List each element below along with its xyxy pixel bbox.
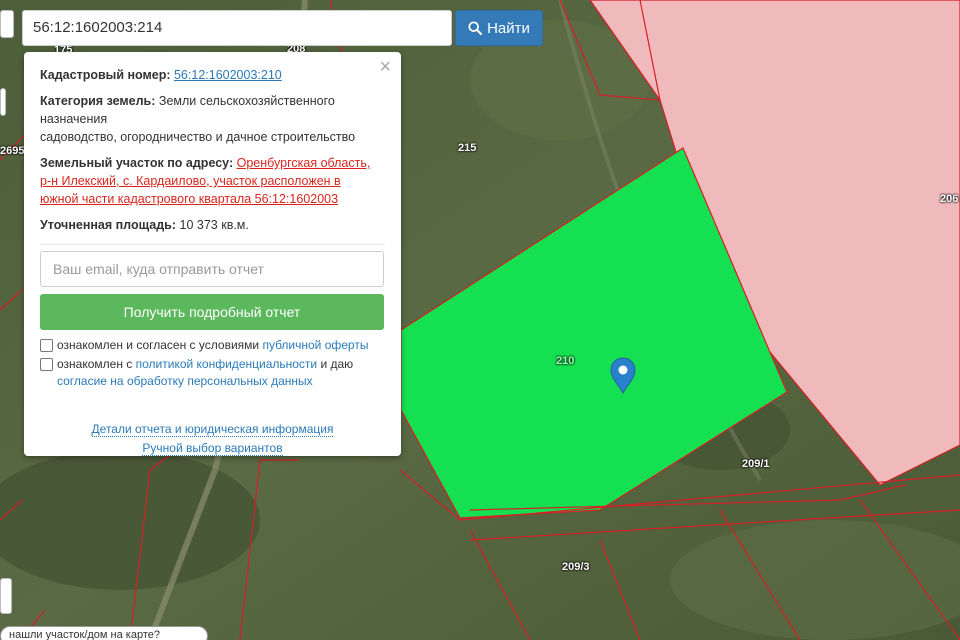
close-icon[interactable]: × <box>379 57 391 77</box>
land-category-value-1: Земли сельскохозяйственного <box>158 94 335 108</box>
privacy-consent-text-b: и даю <box>320 357 354 371</box>
map-side-button-top[interactable] <box>0 10 14 38</box>
divider <box>40 244 385 245</box>
map-side-button-middle[interactable] <box>0 88 6 116</box>
address-link-2[interactable]: р-н Илекский, с. Кардаилово, участок рас… <box>40 174 341 188</box>
address-row: Земельный участок по адресу: Оренбургска… <box>40 154 385 208</box>
address-label: Земельный участок по адресу: <box>40 156 234 170</box>
parcel-label-2695: 2695 <box>0 145 25 157</box>
search-button[interactable]: Найти <box>455 10 543 46</box>
cadastral-number-link[interactable]: 56:12:1602003:210 <box>174 68 282 82</box>
parcel-label-215: 215 <box>458 142 477 154</box>
map-side-button-bottom[interactable] <box>0 578 12 614</box>
email-field[interactable]: Ваш email, куда отправить отчет <box>40 251 384 287</box>
privacy-consent-checkbox[interactable] <box>40 358 53 371</box>
parcel-label-206: 206 <box>940 193 959 205</box>
parcel-label-209-3: 209/3 <box>562 561 590 573</box>
offer-consent-row: ознакомлен и согласен с условиями публич… <box>40 337 385 354</box>
search-button-label: Найти <box>487 19 530 37</box>
privacy-policy-link[interactable]: политикой конфиденциальности <box>136 357 317 371</box>
search-icon <box>468 21 483 35</box>
land-category-row: Категория земель: Земли сельскохозяйстве… <box>40 92 385 146</box>
offer-consent-checkbox[interactable] <box>40 339 53 352</box>
parcel-label-210: 210 <box>556 355 575 367</box>
area-value: 10 373 кв.м. <box>179 218 249 232</box>
manual-selection-link[interactable]: Ручной выбор вариантов <box>142 441 283 456</box>
personal-data-consent-link[interactable]: согласие на обработку персональных данны… <box>57 374 313 388</box>
parcel-info-popup: × Кадастровый номер: 56:12:1602003:210 К… <box>24 52 401 456</box>
area-row: Уточненная площадь: 10 373 кв.м. <box>40 216 385 234</box>
popup-footer-links: Детали отчета и юридическая информация Р… <box>40 420 385 458</box>
land-category-value-2: назначения <box>40 112 108 126</box>
cadastral-number-label: Кадастровый номер: <box>40 68 171 82</box>
privacy-consent-row: ознакомлен с политикой конфиденциальност… <box>40 356 385 390</box>
found-property-prompt[interactable]: нашли участок/дом на карте? <box>0 626 208 640</box>
area-label: Уточненная площадь: <box>40 218 177 232</box>
report-details-link[interactable]: Детали отчета и юридическая информация <box>91 422 334 437</box>
privacy-consent-text-a: ознакомлен с <box>57 357 133 371</box>
offer-consent-text: ознакомлен и согласен с условиями <box>57 338 260 352</box>
search-input[interactable]: 56:12:1602003:214 <box>22 10 452 46</box>
address-link-1[interactable]: Оренбургская область, <box>237 156 371 170</box>
land-category-value-3: садоводство, огородничество и дачное стр… <box>40 130 356 144</box>
parcel-label-209-1: 209/1 <box>742 458 770 470</box>
public-offer-link[interactable]: публичной оферты <box>262 338 368 352</box>
cadastral-number-row: Кадастровый номер: 56:12:1602003:210 <box>40 66 385 84</box>
land-category-label: Категория земель: <box>40 94 156 108</box>
get-report-button[interactable]: Получить подробный отчет <box>40 294 384 330</box>
address-link-3[interactable]: южной части кадастрового квартала 56:12:… <box>40 192 338 206</box>
